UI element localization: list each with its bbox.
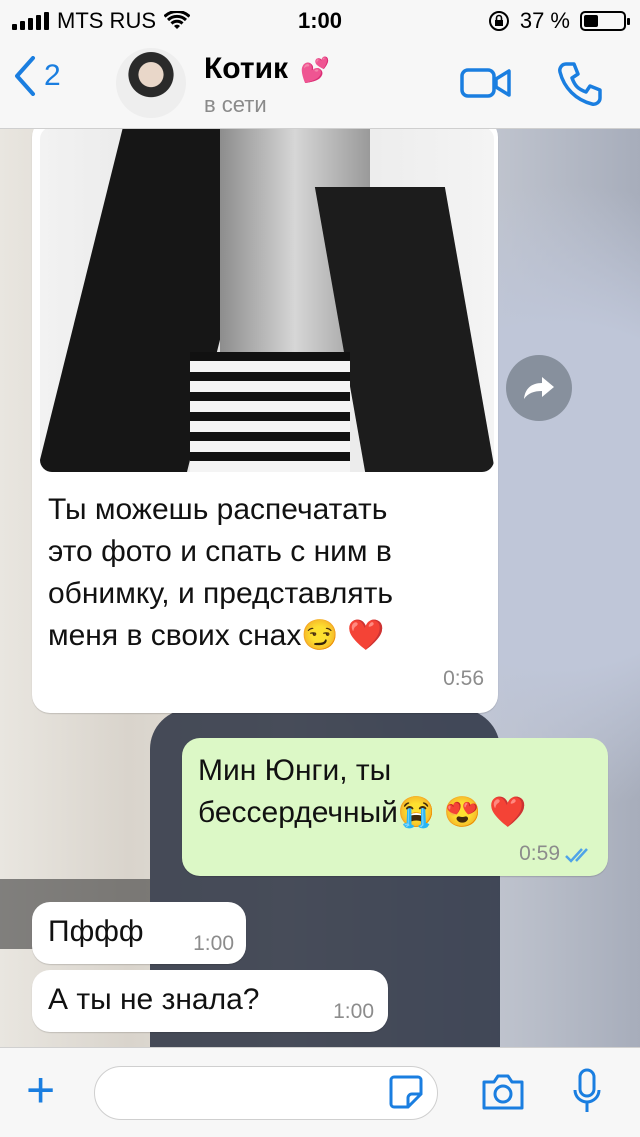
message-time: 0:56 — [443, 667, 484, 690]
message-text: Пффф — [48, 915, 144, 948]
message-time: 1:00 — [333, 1000, 374, 1023]
message-input[interactable] — [94, 1066, 438, 1120]
input-bar: + — [0, 1047, 640, 1137]
back-count: 2 — [44, 59, 61, 92]
message-time: 0:59 — [519, 842, 560, 865]
contact-name[interactable]: Котик 💕 — [204, 52, 330, 86]
battery-icon — [580, 11, 630, 31]
chat-header: 2 Котик 💕 в сети — [0, 40, 640, 129]
double-check-icon — [565, 848, 588, 863]
video-call-icon[interactable] — [460, 64, 512, 102]
contact-status: в сети — [204, 92, 267, 117]
message-time: 1:00 — [193, 932, 234, 955]
message-bubble-incoming[interactable]: Пффф 1:00 — [32, 902, 246, 964]
shared-photo[interactable] — [40, 129, 494, 472]
forward-button[interactable] — [506, 355, 572, 421]
message-bubble-outgoing[interactable]: Мин Юнги, ты бессердечный😭 😍 ❤️ 0:59 — [182, 738, 608, 876]
microphone-icon[interactable] — [572, 1068, 602, 1116]
forward-icon — [524, 377, 554, 399]
phone-icon[interactable] — [556, 60, 604, 108]
sticker-icon[interactable] — [388, 1074, 424, 1110]
avatar[interactable] — [116, 48, 186, 118]
contact-name-text: Котик — [204, 52, 289, 85]
hearts-emoji: 💕 — [300, 57, 331, 84]
camera-icon[interactable] — [480, 1072, 526, 1112]
status-bar: MTS RUS 1:00 37 % — [0, 0, 640, 40]
message-text: Мин Юнги, ты бессердечный😭 😍 ❤️ — [198, 754, 527, 829]
plus-icon[interactable]: + — [26, 1065, 55, 1115]
lock-rotation-icon — [488, 11, 509, 31]
message-bubble-incoming[interactable]: Ты можешь распечатать это фото и спать с… — [32, 129, 498, 713]
chat-background[interactable]: Ты можешь распечатать это фото и спать с… — [0, 129, 640, 1047]
back-button[interactable]: 2 — [14, 56, 61, 96]
message-text: А ты не знала? — [48, 983, 260, 1016]
battery-percent: 37 % — [519, 8, 570, 33]
back-chevron-icon — [15, 56, 35, 96]
message-text: Ты можешь распечатать это фото и спать с… — [48, 493, 393, 652]
message-bubble-incoming[interactable]: А ты не знала? 1:00 — [32, 970, 388, 1032]
